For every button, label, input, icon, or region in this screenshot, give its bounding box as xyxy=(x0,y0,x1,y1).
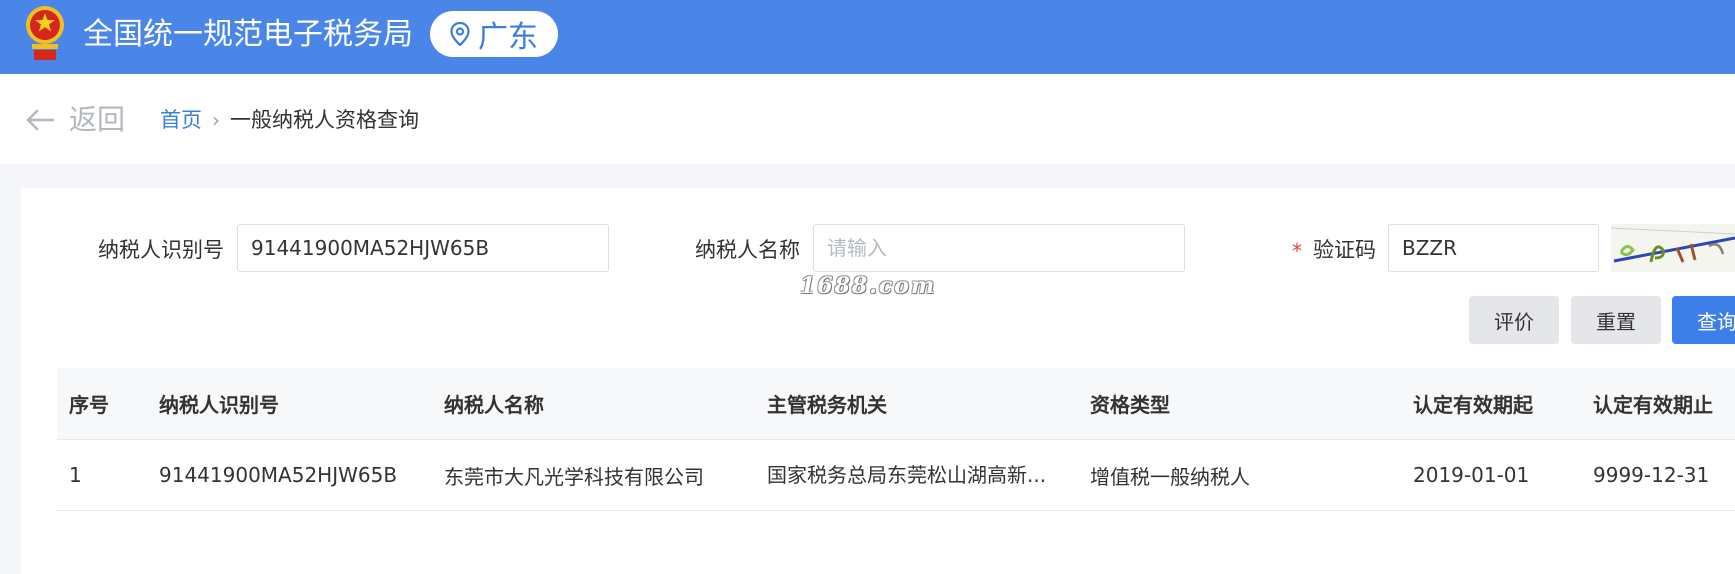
location-pin-icon xyxy=(450,22,470,46)
cell-valid-from: 2019-01-01 xyxy=(1413,463,1530,487)
region-label: 广东 xyxy=(478,20,538,55)
column-header-taxpayer-id: 纳税人识别号 xyxy=(159,393,279,417)
cell-valid-to: 9999-12-31 xyxy=(1593,463,1710,487)
arrow-left-icon xyxy=(26,109,55,131)
reset-button[interactable]: 重置 xyxy=(1571,296,1661,344)
column-header-taxpayer-name: 纳税人名称 xyxy=(444,393,544,417)
captcha-image[interactable] xyxy=(1611,224,1735,272)
region-selector[interactable]: 广东 xyxy=(430,11,558,57)
breadcrumb: 首页 › 一般纳税人资格查询 xyxy=(160,105,419,135)
top-header: 全国统一规范电子税务局 广东 xyxy=(0,0,1735,74)
column-header-index: 序号 xyxy=(69,393,109,417)
back-button[interactable]: 返回 xyxy=(25,104,125,136)
column-header-valid-from: 认定有效期起 xyxy=(1413,393,1533,417)
breadcrumb-current: 一般纳税人资格查询 xyxy=(230,108,419,132)
taxpayer-name-input[interactable] xyxy=(813,224,1185,272)
query-button[interactable]: 查询 xyxy=(1672,296,1735,344)
column-header-valid-to: 认定有效期止 xyxy=(1593,393,1713,417)
cell-index: 1 xyxy=(69,463,82,487)
national-emblem-icon xyxy=(26,6,64,60)
captcha-input[interactable] xyxy=(1388,224,1599,272)
chevron-right-icon: › xyxy=(212,108,220,132)
taxpayer-name-label: 纳税人名称 xyxy=(695,238,800,262)
evaluate-button[interactable]: 评价 xyxy=(1469,296,1559,344)
taxpayer-id-input[interactable] xyxy=(237,224,609,272)
column-header-tax-authority: 主管税务机关 xyxy=(767,393,887,417)
cell-tax-authority: 国家税务总局东莞松山湖高新... xyxy=(767,463,1047,487)
back-label: 返回 xyxy=(69,103,126,136)
table-header: 序号 纳税人识别号 纳税人名称 主管税务机关 资格类型 认定有效期起 认定有效期… xyxy=(57,368,1735,440)
cell-taxpayer-id: 91441900MA52HJW65B xyxy=(159,463,398,487)
column-header-qualification-type: 资格类型 xyxy=(1090,393,1170,417)
cell-taxpayer-name: 东莞市大凡光学科技有限公司 xyxy=(444,464,704,489)
captcha-label: 验证码 xyxy=(1313,238,1376,262)
taxpayer-id-label: 纳税人识别号 xyxy=(98,238,224,262)
table-row: 1 91441900MA52HJW65B 东莞市大凡光学科技有限公司 国家税务总… xyxy=(57,440,1735,511)
cell-qualification-type: 增值税一般纳税人 xyxy=(1090,464,1250,489)
required-mark: * xyxy=(1292,239,1302,263)
breadcrumb-home-link[interactable]: 首页 xyxy=(160,105,202,135)
watermark: 1688.com xyxy=(800,273,937,299)
site-title: 全国统一规范电子税务局 xyxy=(83,17,413,52)
